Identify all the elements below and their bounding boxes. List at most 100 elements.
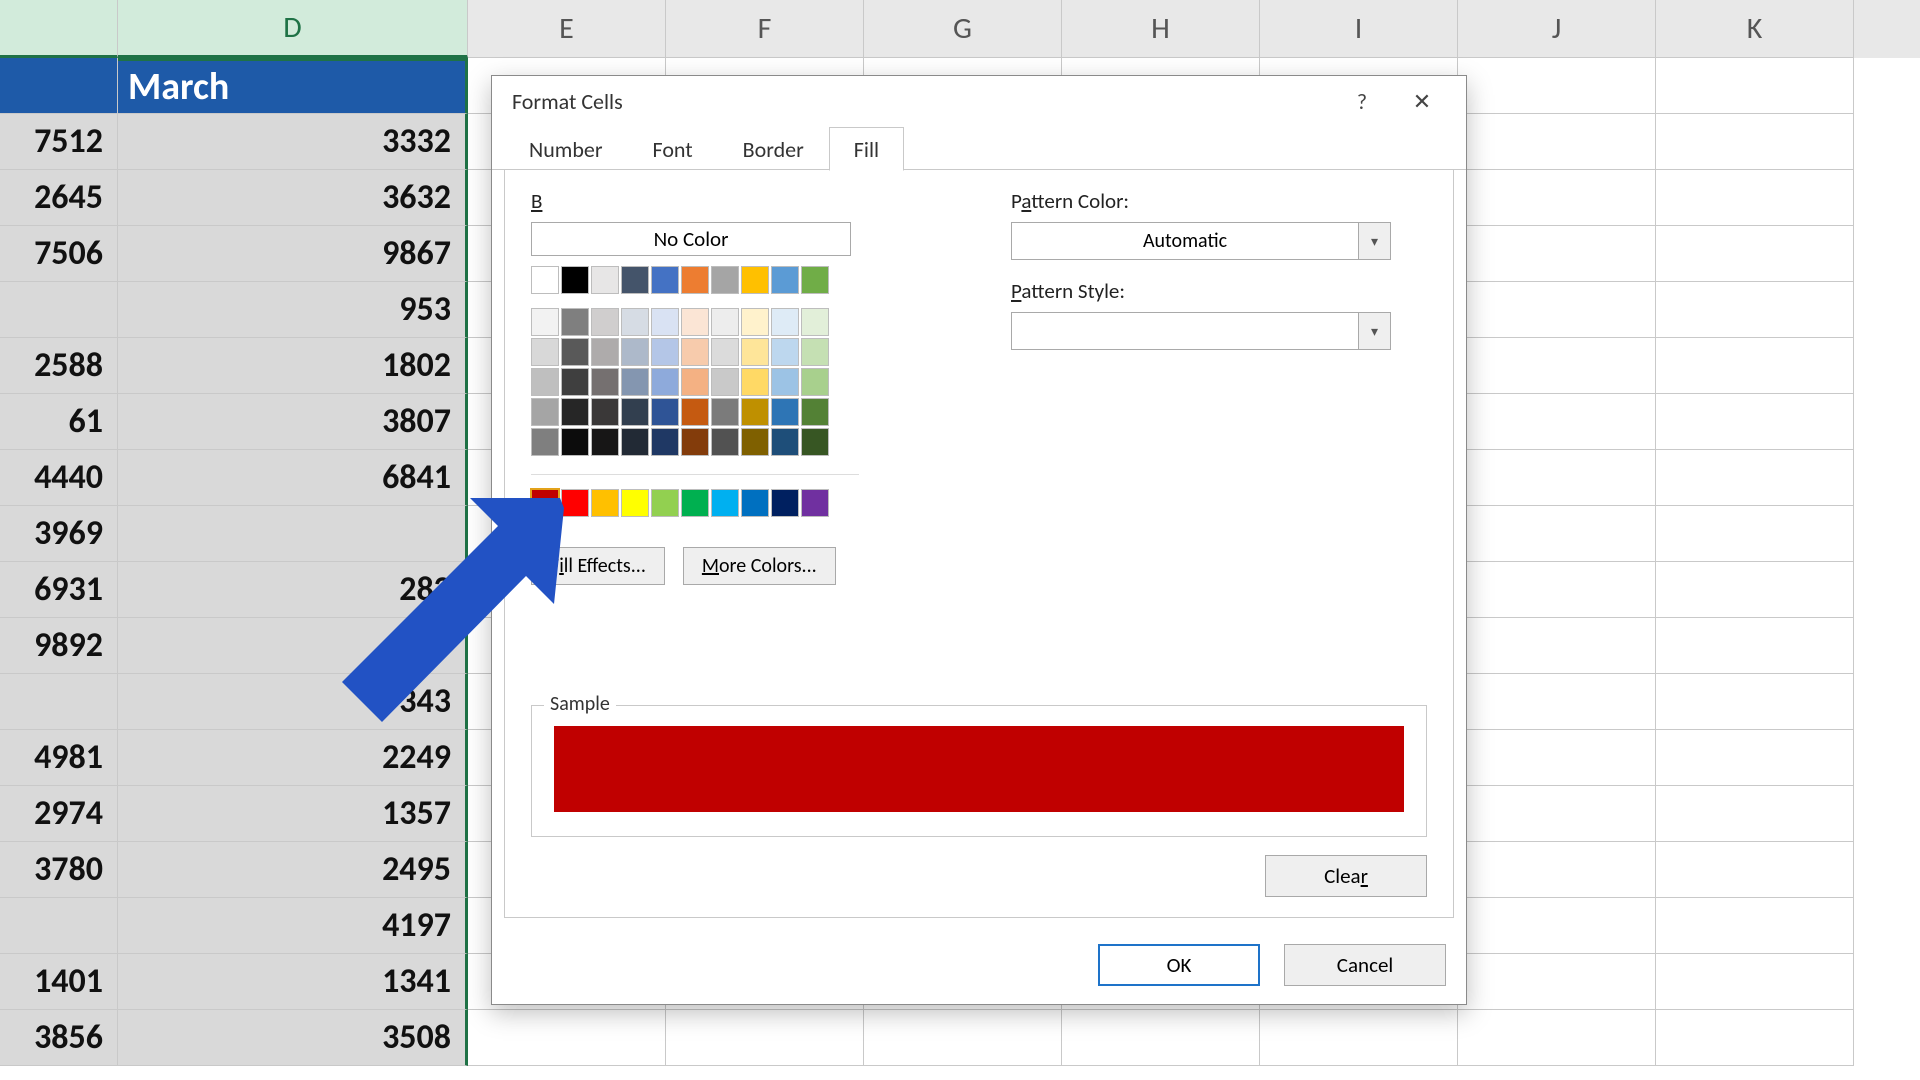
color-swatch[interactable]	[591, 308, 619, 336]
cell[interactable]	[1458, 730, 1656, 786]
color-swatch[interactable]	[561, 266, 589, 294]
color-swatch[interactable]	[651, 308, 679, 336]
cell[interactable]: 3856	[0, 1010, 118, 1066]
color-swatch[interactable]	[651, 368, 679, 396]
cell[interactable]: 1341	[118, 954, 468, 1010]
cell[interactable]: 1401	[0, 954, 118, 1010]
color-swatch[interactable]	[591, 266, 619, 294]
color-swatch[interactable]	[531, 398, 559, 426]
cell[interactable]	[1458, 58, 1656, 114]
cell[interactable]	[1656, 506, 1854, 562]
cell[interactable]: 4197	[118, 898, 468, 954]
tab-font[interactable]: Font	[628, 127, 718, 171]
cell[interactable]	[118, 506, 468, 562]
color-swatch[interactable]	[681, 266, 709, 294]
cell[interactable]	[1458, 226, 1656, 282]
color-swatch[interactable]	[711, 266, 739, 294]
color-swatch[interactable]	[561, 489, 589, 517]
cell[interactable]	[1656, 898, 1854, 954]
tab-fill[interactable]: Fill	[829, 127, 904, 171]
cell[interactable]: 3508	[118, 1010, 468, 1066]
cell[interactable]: 3969	[0, 506, 118, 562]
cell[interactable]: 3632	[118, 170, 468, 226]
cell[interactable]	[864, 1010, 1062, 1066]
column-header[interactable]: K	[1656, 0, 1854, 58]
pattern-style-combo[interactable]: ▾	[1011, 312, 1391, 350]
color-swatch[interactable]	[651, 338, 679, 366]
cell[interactable]	[1458, 674, 1656, 730]
color-swatch[interactable]	[591, 338, 619, 366]
close-button[interactable]: ✕	[1392, 76, 1452, 126]
cell[interactable]: 3807	[118, 394, 468, 450]
color-swatch[interactable]	[621, 428, 649, 456]
color-swatch[interactable]	[651, 489, 679, 517]
column-heading-cell[interactable]: March	[118, 58, 468, 114]
color-swatch[interactable]	[621, 398, 649, 426]
tab-number[interactable]: Number	[504, 127, 628, 171]
cell[interactable]	[1656, 786, 1854, 842]
cell[interactable]	[1458, 450, 1656, 506]
cell[interactable]: 282	[118, 562, 468, 618]
color-swatch[interactable]	[711, 338, 739, 366]
color-swatch[interactable]	[681, 489, 709, 517]
cell[interactable]	[1656, 394, 1854, 450]
cell[interactable]: 343	[118, 674, 468, 730]
cell[interactable]: 9867	[118, 226, 468, 282]
cell[interactable]	[0, 282, 118, 338]
column-header[interactable]: H	[1062, 0, 1260, 58]
clear-button[interactable]: Clear	[1265, 855, 1427, 897]
cell[interactable]	[1656, 730, 1854, 786]
color-swatch[interactable]	[531, 308, 559, 336]
cell[interactable]	[1656, 338, 1854, 394]
color-swatch[interactable]	[621, 266, 649, 294]
cell[interactable]	[1458, 1010, 1656, 1066]
cell[interactable]	[1458, 506, 1656, 562]
cell[interactable]	[1458, 114, 1656, 170]
cell[interactable]	[1260, 1010, 1458, 1066]
cell[interactable]: 1357	[118, 786, 468, 842]
color-swatch[interactable]	[801, 398, 829, 426]
cell[interactable]	[1458, 842, 1656, 898]
cell[interactable]: 2495	[118, 842, 468, 898]
color-swatch[interactable]	[741, 266, 769, 294]
color-swatch[interactable]	[621, 489, 649, 517]
cancel-button[interactable]: Cancel	[1284, 944, 1446, 986]
color-swatch[interactable]	[681, 428, 709, 456]
cell[interactable]: 61	[0, 394, 118, 450]
color-swatch[interactable]	[681, 338, 709, 366]
cell[interactable]	[1656, 842, 1854, 898]
color-swatch[interactable]	[771, 308, 799, 336]
cell[interactable]	[1458, 282, 1656, 338]
color-swatch[interactable]	[801, 489, 829, 517]
column-header[interactable]: J	[1458, 0, 1656, 58]
cell[interactable]	[1458, 170, 1656, 226]
no-color-button[interactable]: No Color	[531, 222, 851, 256]
color-swatch[interactable]	[561, 338, 589, 366]
color-swatch[interactable]	[801, 266, 829, 294]
color-swatch[interactable]	[771, 266, 799, 294]
color-swatch[interactable]	[621, 308, 649, 336]
color-swatch[interactable]	[801, 428, 829, 456]
cell[interactable]	[1458, 618, 1656, 674]
cell[interactable]: 6931	[0, 562, 118, 618]
color-swatch[interactable]	[531, 266, 559, 294]
cell[interactable]: 7506	[0, 226, 118, 282]
cell[interactable]: 4440	[0, 450, 118, 506]
cell[interactable]	[1656, 618, 1854, 674]
color-swatch[interactable]	[531, 368, 559, 396]
more-colors-button[interactable]: More Colors...	[683, 547, 836, 585]
cell[interactable]	[1656, 58, 1854, 114]
color-swatch[interactable]	[651, 428, 679, 456]
cell[interactable]	[1656, 1010, 1854, 1066]
color-swatch[interactable]	[741, 308, 769, 336]
color-swatch[interactable]	[771, 398, 799, 426]
color-swatch[interactable]	[591, 368, 619, 396]
color-swatch[interactable]	[711, 308, 739, 336]
color-swatch[interactable]	[621, 338, 649, 366]
color-swatch[interactable]	[681, 398, 709, 426]
cell[interactable]	[0, 674, 118, 730]
cell[interactable]	[1458, 954, 1656, 1010]
color-swatch[interactable]	[531, 489, 559, 517]
color-swatch[interactable]	[621, 368, 649, 396]
cell[interactable]: 953	[118, 282, 468, 338]
